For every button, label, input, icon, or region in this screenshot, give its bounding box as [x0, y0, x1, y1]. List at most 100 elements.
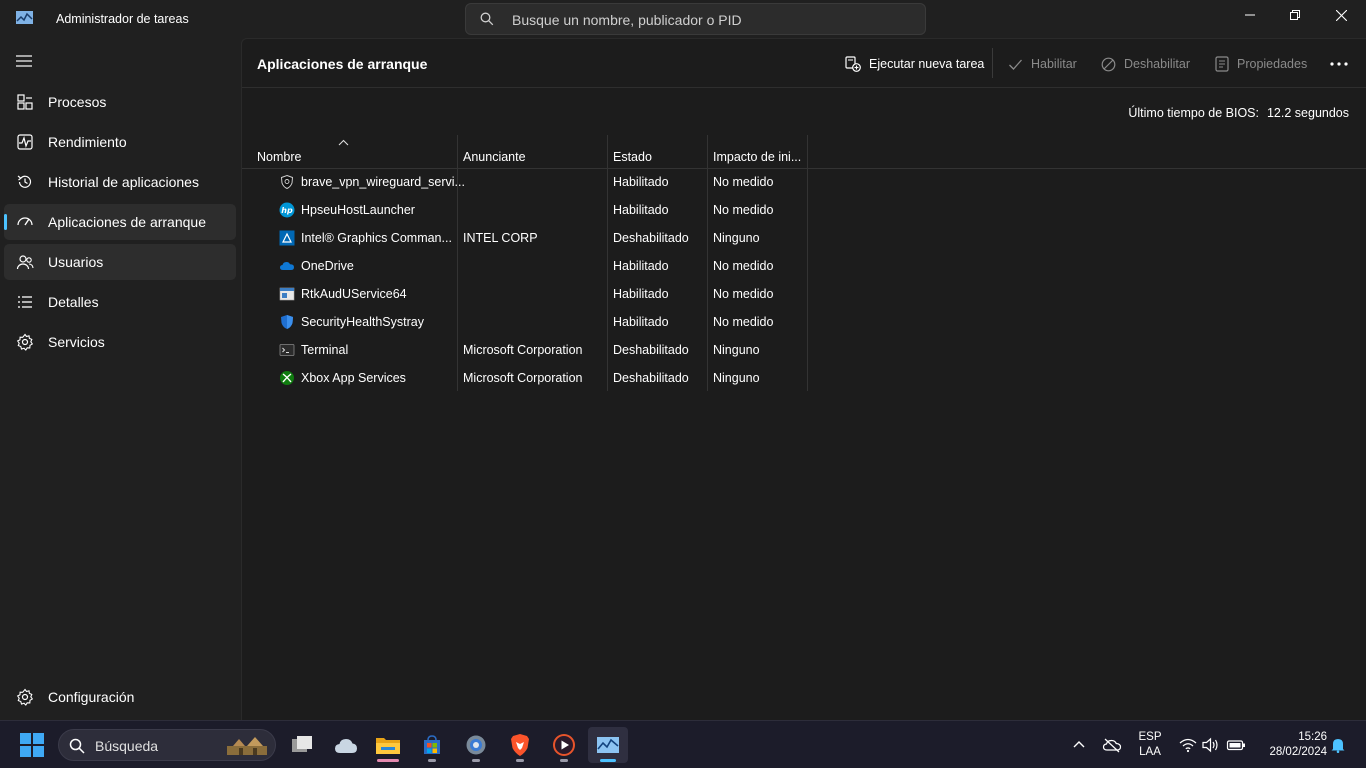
- language-code: ESP: [1138, 731, 1162, 743]
- running-indicator: [472, 759, 480, 762]
- table-row[interactable]: hp HpseuHostLauncher Habilitado No medid…: [242, 196, 807, 224]
- sidebar-item-users[interactable]: Usuarios: [4, 244, 236, 280]
- restore-button[interactable]: [1272, 0, 1318, 30]
- sidebar-item-label: Configuración: [48, 689, 135, 705]
- main-panel: Aplicaciones de arranque Ejecutar nueva …: [241, 38, 1366, 720]
- table-row[interactable]: RtkAudUService64 Habilitado No medido: [242, 280, 807, 308]
- run-new-task-label: Ejecutar nueva tarea: [869, 57, 985, 71]
- run-new-task-button[interactable]: Ejecutar nueva tarea: [845, 53, 984, 75]
- taskbar-task-manager[interactable]: [588, 727, 628, 763]
- table-row[interactable]: SecurityHealthSystray Habilitado No medi…: [242, 308, 807, 336]
- row-status: Deshabilitado: [613, 343, 689, 357]
- table-row[interactable]: brave_vpn_wireguard_servi... Habilitado …: [242, 168, 807, 196]
- hp-icon: hp: [279, 202, 295, 218]
- taskbar-search[interactable]: Búsqueda: [58, 729, 276, 761]
- sidebar-item-settings[interactable]: Configuración: [4, 679, 236, 715]
- language-indicator[interactable]: ESP LAA: [1138, 730, 1162, 760]
- minimize-button[interactable]: [1227, 0, 1273, 30]
- gear-icon: [16, 688, 34, 706]
- table-header: Nombre Anunciante Estado Impacto de ini.…: [242, 135, 1366, 169]
- row-name: RtkAudUService64: [301, 287, 407, 301]
- table-row[interactable]: Intel® Graphics Comman... INTEL CORP Des…: [242, 224, 807, 252]
- sidebar-item-details[interactable]: Detalles: [4, 284, 236, 320]
- row-impact: Ninguno: [713, 371, 760, 385]
- table-row[interactable]: Terminal Microsoft Corporation Deshabili…: [242, 336, 807, 364]
- bios-label: Último tiempo de BIOS:: [1128, 106, 1259, 120]
- column-header-publisher[interactable]: Anunciante: [463, 150, 526, 164]
- row-publisher: Microsoft Corporation: [463, 343, 583, 357]
- column-header-status[interactable]: Estado: [613, 150, 652, 164]
- table-row[interactable]: OneDrive Habilitado No medido: [242, 252, 807, 280]
- startup-icon: [17, 217, 33, 226]
- close-button[interactable]: [1318, 0, 1364, 30]
- start-button[interactable]: [20, 733, 44, 760]
- table-row[interactable]: Xbox App Services Microsoft Corporation …: [242, 364, 807, 392]
- row-status: Deshabilitado: [613, 231, 689, 245]
- running-indicator: [516, 759, 524, 762]
- sidebar-item-processes[interactable]: Procesos: [4, 84, 236, 120]
- xbox-icon: [280, 371, 294, 385]
- weather-cloud-icon: [335, 739, 357, 753]
- tray-network-volume-battery[interactable]: [1179, 737, 1246, 768]
- folder-icon: [376, 738, 400, 754]
- row-impact: Ninguno: [713, 231, 760, 245]
- row-impact: No medido: [713, 259, 774, 273]
- toolbar-separator: [992, 48, 993, 78]
- taskbar-media-player[interactable]: [544, 727, 584, 763]
- notifications-button[interactable]: [1331, 737, 1345, 768]
- block-icon: [1101, 57, 1116, 71]
- disable-label: Deshabilitar: [1124, 57, 1191, 71]
- column-divider: [807, 135, 808, 391]
- taskbar-settings[interactable]: [456, 727, 496, 763]
- windows-logo-icon: [20, 733, 44, 757]
- svg-text:hp: hp: [281, 206, 293, 215]
- disable-button[interactable]: Deshabilitar: [1101, 53, 1190, 75]
- row-status: Habilitado: [613, 287, 669, 301]
- sidebar-item-startup-apps[interactable]: Aplicaciones de arranque: [4, 204, 236, 240]
- taskbar-task-view[interactable]: [282, 727, 322, 763]
- tray-overflow-button[interactable]: [1072, 738, 1086, 768]
- hamburger-menu-button[interactable]: [16, 54, 32, 71]
- properties-button[interactable]: Propiedades: [1215, 53, 1307, 75]
- row-name: OneDrive: [301, 259, 354, 273]
- taskbar-microsoft-store[interactable]: [412, 727, 452, 763]
- realtek-audio-icon: [279, 287, 295, 301]
- sidebar-item-performance[interactable]: Rendimiento: [4, 124, 236, 160]
- row-name: SecurityHealthSystray: [301, 315, 424, 329]
- sidebar-item-app-history[interactable]: Historial de aplicaciones: [4, 164, 236, 200]
- active-app-indicator: [600, 759, 616, 762]
- media-player-icon: [553, 734, 575, 756]
- clock[interactable]: 15:26 28/02/2024: [1255, 730, 1327, 760]
- taskbar-weather[interactable]: [326, 727, 366, 763]
- taskbar-file-explorer[interactable]: [368, 727, 408, 763]
- sidebar: Procesos Rendimiento Historial de aplica…: [0, 38, 241, 720]
- sidebar-item-label: Aplicaciones de arranque: [48, 214, 206, 230]
- services-icon: [16, 333, 34, 351]
- tray-onedrive-offline[interactable]: [1102, 737, 1122, 768]
- sidebar-item-services[interactable]: Servicios: [4, 324, 236, 360]
- task-manager-app-icon: [16, 11, 33, 24]
- row-status: Habilitado: [613, 175, 669, 189]
- more-options-button[interactable]: [1330, 53, 1348, 75]
- row-impact: No medido: [713, 203, 774, 217]
- clock-time: 15:26: [1298, 731, 1327, 743]
- enable-button[interactable]: Habilitar: [1008, 53, 1077, 75]
- task-view-icon: [292, 736, 312, 752]
- taskbar-brave-browser[interactable]: [500, 727, 540, 763]
- row-impact: No medido: [713, 315, 774, 329]
- column-header-name[interactable]: Nombre: [257, 150, 301, 164]
- new-task-icon: [845, 56, 861, 72]
- search-icon: [480, 12, 494, 26]
- row-status: Habilitado: [613, 259, 669, 273]
- running-indicator: [428, 759, 436, 762]
- window-title: Administrador de tareas: [56, 12, 189, 26]
- details-icon: [18, 296, 32, 308]
- sidebar-item-label: Procesos: [48, 94, 107, 110]
- cloud-offline-icon: [1102, 738, 1122, 753]
- row-name: Terminal: [301, 343, 349, 357]
- search-placeholder: Busque un nombre, publicador o PID: [512, 12, 742, 28]
- bell-icon: [1331, 739, 1345, 754]
- search-input[interactable]: Busque un nombre, publicador o PID: [465, 3, 926, 35]
- column-header-startup-impact[interactable]: Impacto de ini...: [713, 150, 801, 164]
- wifi-icon: [1179, 738, 1197, 753]
